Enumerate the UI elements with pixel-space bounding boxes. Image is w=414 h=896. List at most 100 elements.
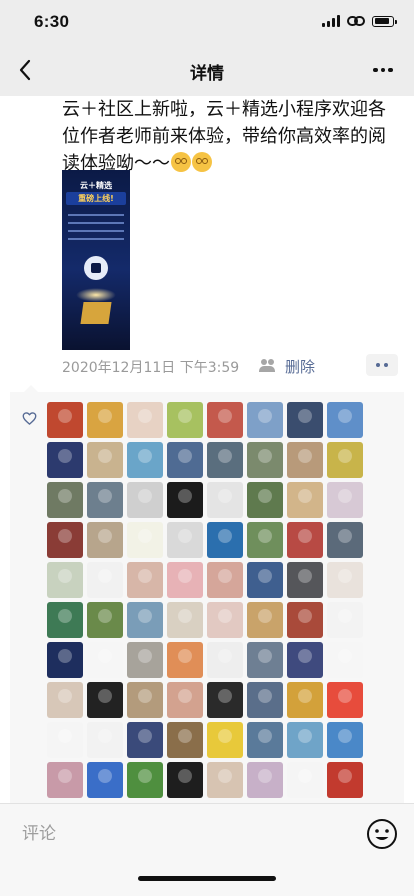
flushed-face-emoji-icon (171, 152, 191, 172)
liker-avatar[interactable] (327, 682, 363, 718)
comment-input[interactable] (0, 804, 346, 864)
comment-bar (0, 803, 414, 896)
liker-avatar[interactable] (127, 762, 163, 798)
liker-avatar[interactable] (287, 762, 323, 798)
liker-avatar[interactable] (127, 562, 163, 598)
liker-avatar[interactable] (287, 722, 323, 758)
heart-icon (22, 412, 37, 425)
liker-avatar[interactable] (247, 402, 283, 438)
liker-avatar[interactable] (47, 522, 83, 558)
post-date: 2020年12月11日 下午3:59 (62, 360, 240, 376)
liker-avatar[interactable] (47, 602, 83, 638)
liker-avatar[interactable] (207, 402, 243, 438)
liker-avatar[interactable] (207, 642, 243, 678)
liker-avatar[interactable] (167, 402, 203, 438)
liker-avatar[interactable] (47, 762, 83, 798)
liker-avatar[interactable] (247, 722, 283, 758)
liker-avatar[interactable] (287, 682, 323, 718)
liker-avatar[interactable] (127, 682, 163, 718)
liker-avatar[interactable] (167, 522, 203, 558)
home-indicator (138, 876, 276, 881)
liker-avatar[interactable] (47, 402, 83, 438)
liker-avatar[interactable] (47, 722, 83, 758)
liker-avatar[interactable] (167, 442, 203, 478)
liker-avatar[interactable] (127, 602, 163, 638)
liker-avatar[interactable] (327, 482, 363, 518)
poster-text-lines (68, 214, 124, 246)
liker-avatar[interactable] (87, 482, 123, 518)
liker-avatar[interactable] (327, 762, 363, 798)
liker-avatar[interactable] (167, 602, 203, 638)
liker-avatar[interactable] (247, 602, 283, 638)
liker-avatar[interactable] (207, 522, 243, 558)
liker-avatar[interactable] (167, 562, 203, 598)
liker-avatar[interactable] (247, 562, 283, 598)
page-title: 详情 (190, 64, 224, 84)
liker-avatar[interactable] (127, 442, 163, 478)
liker-avatar[interactable] (127, 482, 163, 518)
poster-title: 云＋精选 (80, 181, 112, 190)
liker-avatar[interactable] (127, 402, 163, 438)
liker-avatar[interactable] (167, 722, 203, 758)
liker-avatar[interactable] (327, 402, 363, 438)
like-comment-button[interactable] (366, 354, 398, 376)
liker-avatar[interactable] (167, 762, 203, 798)
dot-icon (384, 363, 388, 367)
liker-avatar[interactable] (207, 562, 243, 598)
liker-avatar[interactable] (167, 682, 203, 718)
liker-avatar[interactable] (207, 602, 243, 638)
liker-avatar[interactable] (87, 682, 123, 718)
liker-avatar[interactable] (87, 442, 123, 478)
liker-avatar[interactable] (287, 602, 323, 638)
liker-avatar[interactable] (87, 642, 123, 678)
liker-avatar[interactable] (287, 562, 323, 598)
liker-avatar[interactable] (327, 442, 363, 478)
liker-avatar[interactable] (247, 762, 283, 798)
liker-avatar[interactable] (327, 642, 363, 678)
liker-avatar[interactable] (87, 602, 123, 638)
liker-avatar[interactable] (287, 442, 323, 478)
liker-avatar[interactable] (47, 442, 83, 478)
dot-icon (388, 67, 393, 73)
liker-avatar[interactable] (127, 722, 163, 758)
poster-subtitle: 重磅上线! (66, 192, 126, 205)
liker-avatar[interactable] (287, 642, 323, 678)
liker-avatar[interactable] (207, 442, 243, 478)
post-text: 云＋社区上新啦，云＋精选小程序欢迎各位作者老师前来体验，带给你高效率的阅读体验呦… (62, 99, 386, 174)
liker-avatar[interactable] (327, 522, 363, 558)
liker-avatar[interactable] (327, 562, 363, 598)
liker-avatar[interactable] (87, 762, 123, 798)
liker-avatar[interactable] (327, 602, 363, 638)
liker-avatar[interactable] (47, 642, 83, 678)
liker-avatar[interactable] (87, 722, 123, 758)
more-options-button[interactable] (368, 58, 398, 82)
liker-avatar[interactable] (207, 482, 243, 518)
liker-avatar[interactable] (247, 642, 283, 678)
liker-avatar[interactable] (287, 402, 323, 438)
liker-avatar[interactable] (287, 482, 323, 518)
liker-avatar[interactable] (207, 682, 243, 718)
liker-avatar[interactable] (247, 442, 283, 478)
liker-avatar[interactable] (247, 522, 283, 558)
battery-icon (372, 15, 397, 27)
liker-avatar[interactable] (87, 402, 123, 438)
liker-avatar[interactable] (87, 562, 123, 598)
liker-avatar[interactable] (127, 522, 163, 558)
liker-avatar[interactable] (247, 482, 283, 518)
liker-avatar[interactable] (207, 762, 243, 798)
liker-avatar[interactable] (47, 682, 83, 718)
delete-link[interactable]: 删除 (285, 356, 315, 377)
liker-avatar[interactable] (167, 642, 203, 678)
liker-avatar[interactable] (287, 522, 323, 558)
liker-avatar[interactable] (207, 722, 243, 758)
liker-avatar[interactable] (47, 562, 83, 598)
post-image[interactable]: 云＋精选 重磅上线! (62, 170, 130, 350)
liker-avatar[interactable] (87, 522, 123, 558)
liker-avatar[interactable] (127, 642, 163, 678)
liker-avatar[interactable] (47, 482, 83, 518)
emoji-button[interactable] (366, 818, 398, 850)
liker-avatar[interactable] (247, 682, 283, 718)
liker-avatar[interactable] (167, 482, 203, 518)
liker-avatar[interactable] (327, 722, 363, 758)
dot-icon (373, 67, 378, 73)
